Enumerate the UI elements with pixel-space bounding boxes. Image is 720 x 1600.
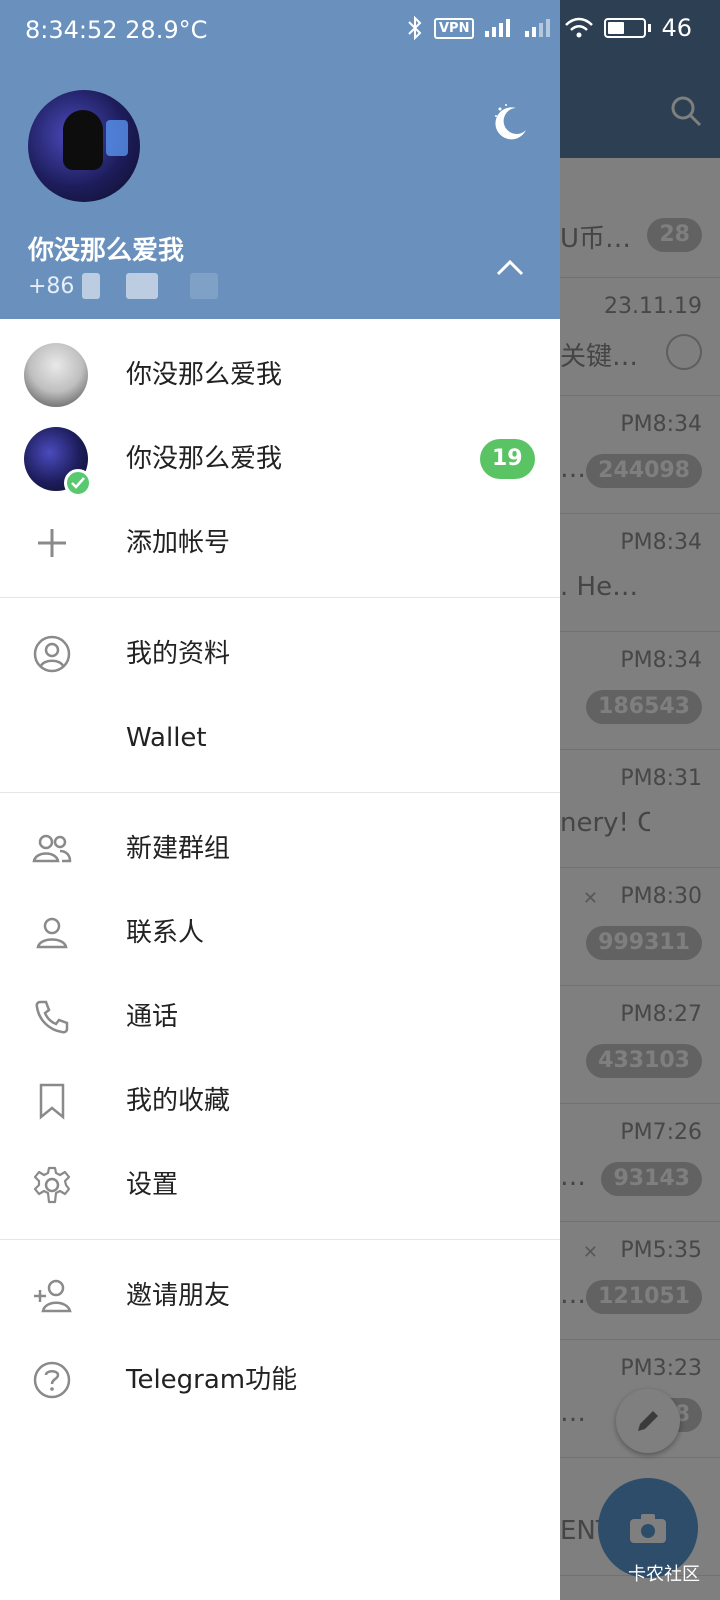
account-item-active[interactable]: 你没那么爱我 19 — [0, 417, 560, 501]
status-bar: 8:34:52 28.9°C VPN 46 — [0, 0, 720, 62]
group-icon — [32, 834, 72, 863]
add-account-button[interactable]: 添加帐号 — [0, 501, 560, 585]
plus-icon — [38, 529, 66, 557]
bluetooth-icon — [408, 15, 422, 41]
chevron-up-icon[interactable] — [492, 250, 528, 286]
menu-item-saved[interactable]: 我的收藏 — [0, 1059, 560, 1143]
menu-label: 我的资料 — [126, 639, 231, 669]
menu-label: Telegram功能 — [126, 1365, 298, 1395]
moon-icon[interactable] — [488, 100, 532, 144]
menu-label: 我的收藏 — [126, 1086, 231, 1116]
phone-icon — [35, 1000, 69, 1034]
bookmark-icon — [39, 1083, 65, 1120]
menu-item-contacts[interactable]: 联系人 — [0, 891, 560, 975]
menu-label: 新建群组 — [126, 834, 231, 864]
unread-badge: 19 — [480, 439, 535, 479]
menu-label: 通话 — [126, 1002, 179, 1032]
menu-item-profile[interactable]: 我的资料 — [0, 612, 560, 696]
gear-icon — [33, 1166, 71, 1204]
battery-tip — [648, 24, 652, 32]
avatar[interactable] — [28, 90, 140, 202]
help-icon — [33, 1361, 71, 1399]
status-time: 8:34:52 28.9°C — [25, 16, 208, 44]
phone-redacted — [126, 273, 159, 299]
phone-prefix: +86 — [28, 273, 75, 299]
menu-label: 联系人 — [126, 918, 205, 948]
account-name: 你没那么爱我 — [126, 444, 283, 474]
contacts-icon — [36, 917, 68, 949]
avatar — [24, 343, 88, 407]
battery-level: 46 — [661, 14, 692, 42]
wifi-icon — [565, 17, 594, 38]
menu-item-invite[interactable]: 邀请朋友 — [0, 1254, 560, 1338]
watermark: 卡农社区 — [628, 1564, 700, 1585]
menu-item-features[interactable]: Telegram功能 — [0, 1338, 560, 1422]
drawer-menu: 你没那么爱我 你没那么爱我 19 添加帐号 我的资料 Wallet 新建群组 联… — [0, 319, 560, 1422]
menu-item-settings[interactable]: 设置 — [0, 1143, 560, 1227]
phone-redacted — [82, 273, 101, 299]
menu-label: Wallet — [126, 723, 207, 753]
vpn-badge: VPN — [433, 17, 475, 39]
status-icons: VPN 46 — [406, 14, 692, 42]
signal-icon — [525, 19, 551, 37]
menu-label: 邀请朋友 — [126, 1281, 231, 1311]
menu-label: 设置 — [126, 1170, 179, 1200]
account-name: 你没那么爱我 — [126, 360, 283, 390]
profile-icon — [33, 635, 71, 673]
signal-icon — [485, 19, 511, 37]
navigation-drawer: 你没那么爱我 +86 你没那么爱我 你没那么爱我 19 添加帐号 我的资料 Wa… — [0, 0, 560, 1600]
user-name: 你没那么爱我 — [28, 236, 185, 266]
menu-item-wallet[interactable]: Wallet — [0, 696, 560, 780]
battery-icon — [604, 18, 647, 38]
check-icon — [64, 469, 92, 497]
user-phone: +86 — [28, 273, 219, 299]
menu-item-new-group[interactable]: 新建群组 — [0, 807, 560, 891]
account-item[interactable]: 你没那么爱我 — [0, 333, 560, 417]
menu-item-calls[interactable]: 通话 — [0, 975, 560, 1059]
add-account-label: 添加帐号 — [126, 528, 231, 558]
phone-redacted — [190, 273, 219, 299]
invite-icon — [34, 1279, 72, 1313]
